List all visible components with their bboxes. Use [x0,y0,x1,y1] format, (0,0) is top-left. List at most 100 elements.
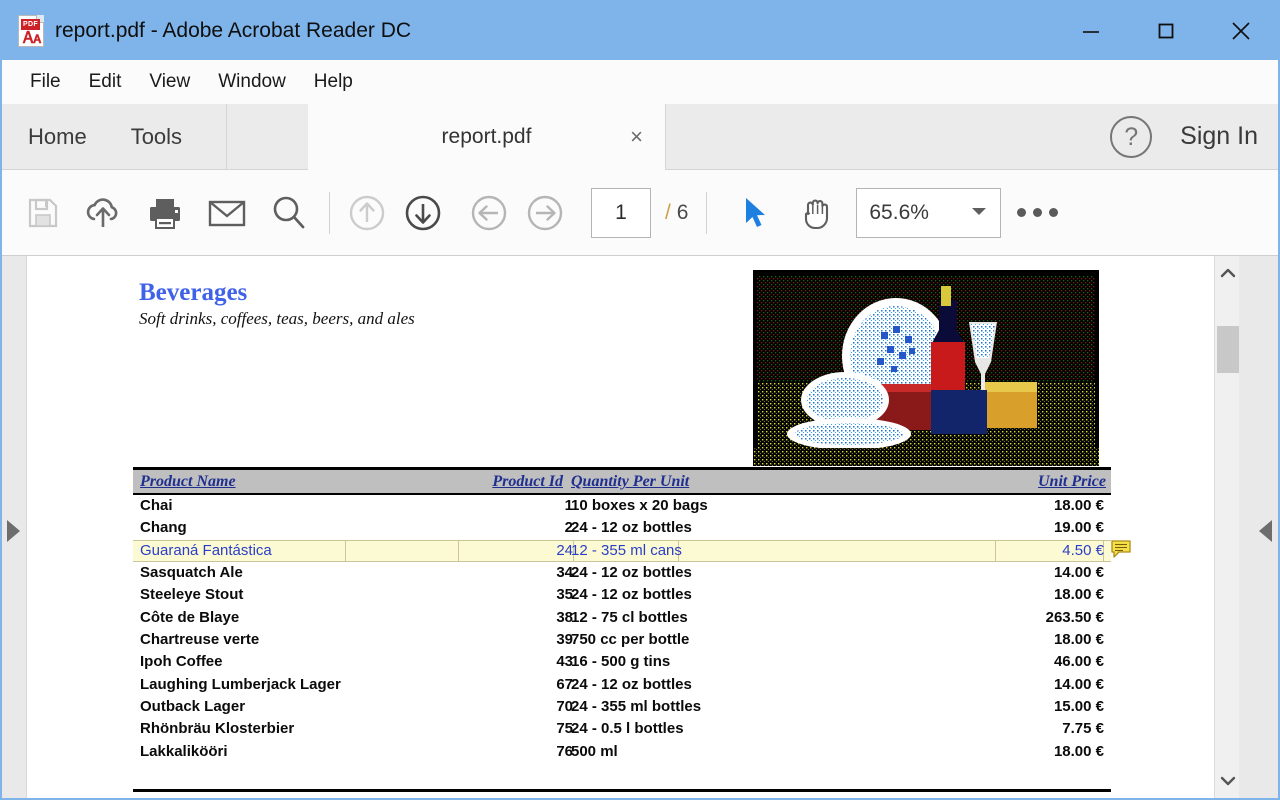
print-icon[interactable] [134,196,196,230]
document-viewer: Beverages Soft drinks, coffees, teas, be… [2,256,1278,798]
acrobat-glyph-icon: 🗛 [19,30,45,48]
cell-product-id: 39 [463,631,573,648]
email-icon[interactable] [196,197,258,229]
comment-note-icon[interactable] [1111,540,1131,558]
table-row[interactable]: Sasquatch Ale3424 - 12 oz bottles14.00 € [133,562,1111,584]
cell-unit-price: 19.00 € [1054,519,1104,536]
cell-product-id: 1 [463,497,573,514]
cell-quantity: 24 - 12 oz bottles [571,586,692,603]
page-number-value: 1 [615,201,627,225]
cell-unit-price: 263.50 € [1046,609,1104,626]
table-row[interactable]: Chartreuse verte39750 cc per bottle18.00… [133,629,1111,651]
vertical-scrollbar[interactable] [1214,256,1239,798]
save-icon[interactable] [14,195,72,231]
cell-product-name: Côte de Blaye [140,609,239,626]
acrobat-reader-window: PDF 🗛 report.pdf - Adobe Acrobat Reader … [0,0,1280,800]
sign-in-button[interactable]: Sign In [1180,122,1258,151]
table-row[interactable]: Lakkalikööri76500 ml18.00 € [133,741,1111,763]
hand-tool-icon[interactable] [786,194,848,232]
menu-item-view[interactable]: View [135,68,204,96]
cell-divider-2 [458,540,459,562]
table-bottom-rule [133,789,1111,792]
cell-unit-price: 18.00 € [1054,743,1104,760]
left-panel-toggle[interactable] [2,256,27,798]
page-number-input[interactable]: 1 [591,188,651,238]
pdf-page[interactable]: Beverages Soft drinks, coffees, teas, be… [27,257,1213,798]
cell-unit-price: 18.00 € [1054,497,1104,514]
cell-quantity: 24 - 12 oz bottles [571,564,692,581]
cell-product-name: Guaraná Fantástica [140,542,272,559]
tab-group-primary: Home Tools [2,104,227,169]
menu-item-file[interactable]: File [16,68,75,96]
cell-quantity: 12 - 75 cl bottles [571,609,688,626]
zoom-level-dropdown[interactable]: 65.6% [856,188,1001,238]
cell-product-name: Chang [140,519,187,536]
cell-unit-price: 18.00 € [1054,586,1104,603]
table-row[interactable]: Outback Lager7024 - 355 ml bottles15.00 … [133,696,1111,718]
cell-product-name: Rhönbräu Klosterbier [140,720,294,737]
cell-product-id: 38 [463,609,573,626]
category-photo [753,270,1099,466]
cell-product-id: 43 [463,653,573,670]
previous-view-icon[interactable] [461,192,517,234]
cell-quantity: 500 ml [571,743,618,760]
cell-unit-price: 7.75 € [1062,720,1104,737]
tab-tools[interactable]: Tools [131,124,182,150]
table-row[interactable]: Rhönbräu Klosterbier7524 - 0.5 l bottles… [133,718,1111,740]
products-table: Product Name Product Id Quantity Per Uni… [133,467,1111,792]
right-panel-toggle[interactable] [1239,256,1278,798]
cell-product-name: Chartreuse verte [140,631,259,648]
table-row[interactable]: Steeleye Stout3524 - 12 oz bottles18.00 … [133,584,1111,606]
ellipsis-icon [1017,208,1058,217]
table-row[interactable]: Ipoh Coffee4316 - 500 g tins46.00 € [133,651,1111,673]
close-tab-icon[interactable]: × [630,126,643,148]
tab-document-label: report.pdf [442,125,532,149]
help-icon[interactable]: ? [1110,116,1152,158]
select-cursor-icon[interactable] [724,195,786,231]
cell-quantity: 24 - 12 oz bottles [571,676,692,693]
tab-bar: Home Tools report.pdf × ? Sign In [2,104,1278,170]
cell-divider-1 [345,540,346,562]
cell-product-name: Outback Lager [140,698,245,715]
tab-home[interactable]: Home [28,124,87,150]
save-to-cloud-icon[interactable] [72,195,134,231]
cell-product-id: 2 [463,519,573,536]
tab-document-report[interactable]: report.pdf × [308,104,666,170]
cell-divider-5 [995,540,996,562]
chevron-down-icon[interactable] [970,204,988,222]
table-row[interactable]: Chai110 boxes x 20 bags18.00 € [133,495,1111,517]
cell-quantity: 24 - 12 oz bottles [571,519,692,536]
scrollbar-thumb[interactable] [1217,326,1239,373]
expand-right-icon[interactable] [7,520,20,542]
ellipsis-dot-3 [1049,208,1058,217]
expand-left-icon[interactable] [1259,520,1272,542]
table-row[interactable]: Côte de Blaye 3812 - 75 cl bottles 263.50 … [133,607,1111,629]
cell-quantity: 10 boxes x 20 bags [571,497,708,514]
table-row[interactable]: Chang 224 - 12 oz bottles 19.00 € [133,517,1111,539]
next-view-icon[interactable] [517,192,573,234]
menu-item-window[interactable]: Window [204,68,300,96]
cell-product-id: 67 [463,676,573,693]
column-header-product-id: Product Id [492,473,563,491]
menu-item-edit[interactable]: Edit [75,68,136,96]
previous-page-icon[interactable] [339,192,395,234]
search-icon[interactable] [258,194,320,232]
scroll-up-icon[interactable] [1215,260,1240,286]
minimize-button[interactable] [1053,2,1128,60]
cell-unit-price: 4.50 € [1062,542,1104,559]
pdf-file-icon: PDF 🗛 [18,15,44,47]
table-row[interactable]: Laughing Lumberjack Lager 6724 - 12 oz bo… [133,674,1111,696]
close-button[interactable] [1203,2,1278,60]
category-heading: Beverages [139,279,247,307]
scroll-down-icon[interactable] [1215,768,1240,794]
cell-product-id: 75 [463,720,573,737]
table-row[interactable]: Guaraná Fantástica2412 - 355 ml cans4.50… [133,540,1111,562]
cell-product-name: Laughing Lumberjack Lager [140,676,341,693]
menu-item-help[interactable]: Help [300,68,367,96]
cell-product-name: Sasquatch Ale [140,564,243,581]
maximize-button[interactable] [1128,2,1203,60]
next-page-icon[interactable] [395,192,451,234]
more-tools-icon[interactable] [1001,208,1073,217]
cell-quantity: 750 cc per bottle [571,631,689,648]
page-count: / 6 [665,201,688,225]
